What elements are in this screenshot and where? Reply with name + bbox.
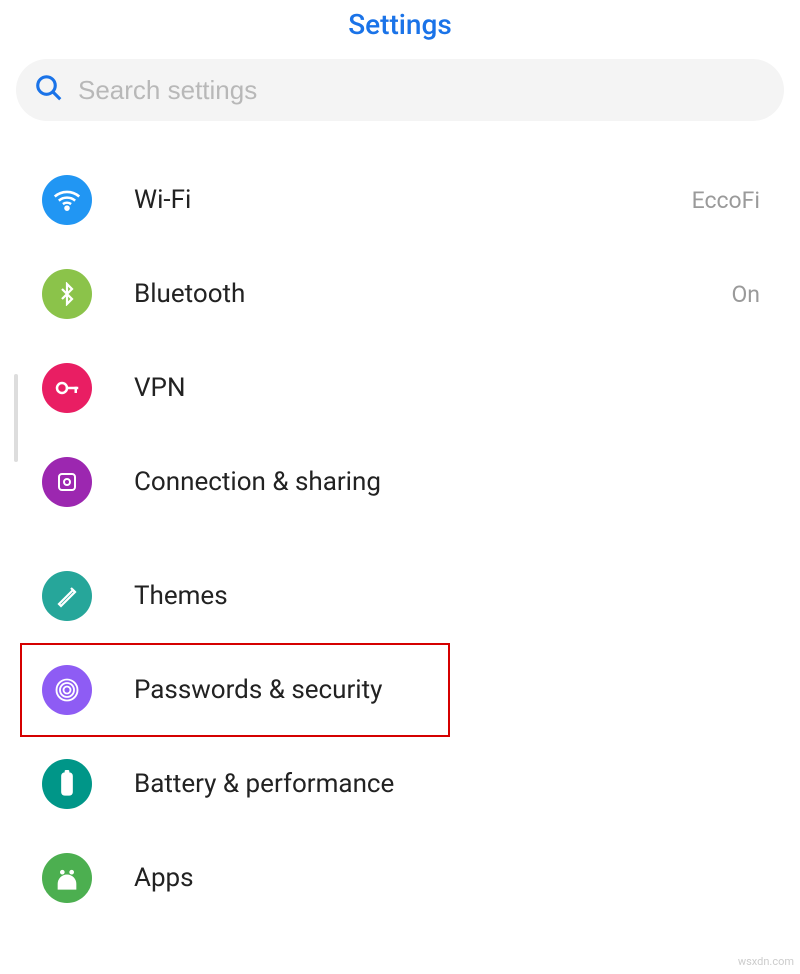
settings-item-bluetooth[interactable]: Bluetooth On xyxy=(0,247,800,341)
battery-icon xyxy=(42,759,92,809)
item-label: Wi-Fi xyxy=(134,185,692,215)
item-label: VPN xyxy=(134,373,760,403)
search-input[interactable] xyxy=(78,75,766,106)
settings-item-themes[interactable]: Themes xyxy=(0,549,800,643)
apps-icon xyxy=(42,853,92,903)
item-value: EccoFi xyxy=(692,187,760,214)
settings-item-wifi[interactable]: Wi-Fi EccoFi xyxy=(0,153,800,247)
item-label: Bluetooth xyxy=(134,279,731,309)
connection-icon xyxy=(42,457,92,507)
bluetooth-icon xyxy=(42,269,92,319)
header: Settings xyxy=(0,0,800,59)
themes-icon xyxy=(42,571,92,621)
settings-item-passwords[interactable]: Passwords & security xyxy=(0,643,800,737)
item-value: On xyxy=(731,281,760,308)
settings-list: Wi-Fi EccoFi Bluetooth On VPN xyxy=(0,153,800,925)
item-label: Connection & sharing xyxy=(134,467,760,497)
search-bar[interactable] xyxy=(16,59,784,121)
wifi-icon xyxy=(42,175,92,225)
item-label: Apps xyxy=(134,863,760,893)
vpn-icon xyxy=(42,363,92,413)
settings-item-battery[interactable]: Battery & performance xyxy=(0,737,800,831)
settings-item-vpn[interactable]: VPN xyxy=(0,341,800,435)
item-label: Themes xyxy=(134,581,760,611)
item-label: Battery & performance xyxy=(134,769,760,799)
search-icon xyxy=(34,73,78,107)
page-title: Settings xyxy=(0,8,800,41)
fingerprint-icon xyxy=(42,665,92,715)
settings-item-apps[interactable]: Apps xyxy=(0,831,800,925)
settings-item-connection[interactable]: Connection & sharing xyxy=(0,435,800,529)
watermark: wsxdn.com xyxy=(738,955,794,968)
item-label: Passwords & security xyxy=(134,675,760,705)
